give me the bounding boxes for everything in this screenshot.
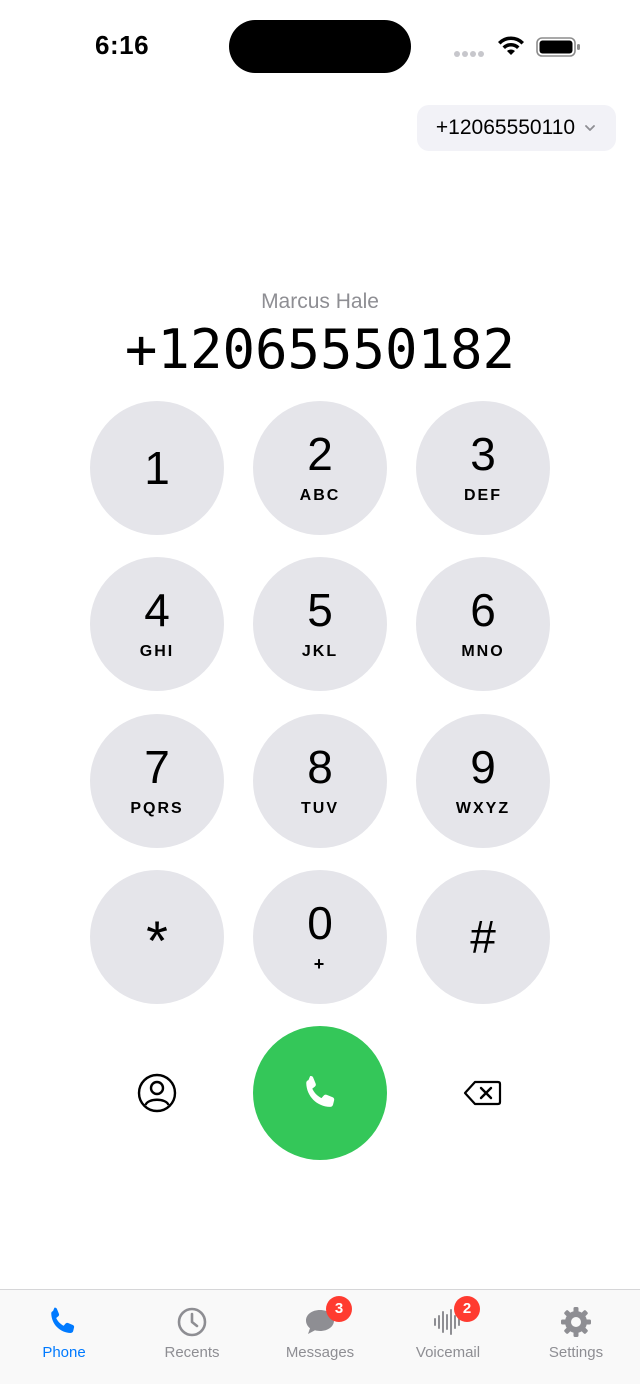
key-digit: 6 — [470, 584, 496, 636]
key-7[interactable]: 7 PQRS — [90, 714, 224, 848]
key-digit: 9 — [470, 741, 496, 793]
key-letters: GHI — [139, 643, 175, 660]
dialed-number: +12065550182 — [124, 318, 516, 381]
key-letters: JKL — [301, 643, 339, 660]
cellular-signal-icon — [454, 44, 488, 57]
voicemail-badge: 2 — [454, 1296, 480, 1322]
add-contact-icon[interactable] — [136, 1072, 178, 1114]
messages-badge: 3 — [326, 1296, 352, 1322]
key-digit: # — [470, 911, 496, 963]
key-letters: DEF — [464, 487, 502, 504]
caller-line-number: +12065550110 — [435, 116, 576, 139]
backspace-icon[interactable] — [462, 1078, 502, 1108]
chevron-down-icon — [585, 125, 595, 131]
dynamic-island — [229, 20, 411, 73]
tab-recents[interactable]: Recents — [128, 1290, 256, 1384]
matched-contact-name: Marcus Hale — [261, 290, 379, 313]
tab-settings[interactable]: Settings — [512, 1290, 640, 1384]
key-digit: 0 — [307, 897, 333, 949]
key-digit: 7 — [144, 741, 170, 793]
key-letters: + — [313, 954, 327, 974]
key-digit: 1 — [144, 442, 170, 494]
key-digit: 5 — [307, 584, 333, 636]
wifi-icon — [498, 36, 524, 55]
keypad: 1 2 ABC 3 DEF 4 GHI 5 JKL 6 MNO 7 PQRS 8… — [90, 401, 550, 1004]
key-digit: 3 — [470, 428, 496, 480]
key-letters: PQRS — [130, 800, 184, 817]
phone-handset-icon — [306, 1076, 335, 1107]
key-6[interactable]: 6 MNO — [416, 557, 550, 691]
key-1[interactable]: 1 — [90, 401, 224, 535]
status-time: 6:16 — [95, 30, 150, 60]
key-pound[interactable]: # — [416, 870, 550, 1004]
key-3[interactable]: 3 DEF — [416, 401, 550, 535]
tab-label: Voicemail — [415, 1344, 481, 1361]
tab-bar: Phone Recents 3 Messages 2 Voicemail Set… — [0, 1289, 640, 1384]
key-8[interactable]: 8 TUV — [253, 714, 387, 848]
key-digit: * — [146, 909, 168, 972]
key-0[interactable]: 0 + — [253, 870, 387, 1004]
tab-label: Messages — [285, 1344, 355, 1361]
tab-voicemail[interactable]: 2 Voicemail — [384, 1290, 512, 1384]
key-4[interactable]: 4 GHI — [90, 557, 224, 691]
tab-label: Phone — [42, 1344, 86, 1361]
key-9[interactable]: 9 WXYZ — [416, 714, 550, 848]
key-digit: 8 — [307, 741, 333, 793]
phone-icon — [51, 1307, 75, 1333]
tab-label: Settings — [548, 1344, 604, 1361]
clock-icon — [177, 1307, 207, 1337]
key-letters: TUV — [301, 800, 339, 817]
key-letters: WXYZ — [455, 800, 511, 817]
tab-phone[interactable]: Phone — [0, 1290, 128, 1384]
key-letters: MNO — [461, 643, 505, 660]
tab-messages[interactable]: 3 Messages — [256, 1290, 384, 1384]
call-button[interactable] — [253, 1026, 387, 1160]
key-5[interactable]: 5 JKL — [253, 557, 387, 691]
key-star[interactable]: * — [90, 870, 224, 1004]
key-digit: 4 — [144, 584, 170, 636]
key-2[interactable]: 2 ABC — [253, 401, 387, 535]
battery-icon — [536, 37, 580, 57]
key-letters: ABC — [299, 487, 341, 504]
caller-line-selector[interactable]: +12065550110 — [417, 105, 616, 151]
tab-label: Recents — [164, 1344, 220, 1361]
key-digit: 2 — [307, 428, 333, 480]
status-bar: 6:16 — [0, 0, 640, 90]
gear-icon — [561, 1307, 591, 1337]
